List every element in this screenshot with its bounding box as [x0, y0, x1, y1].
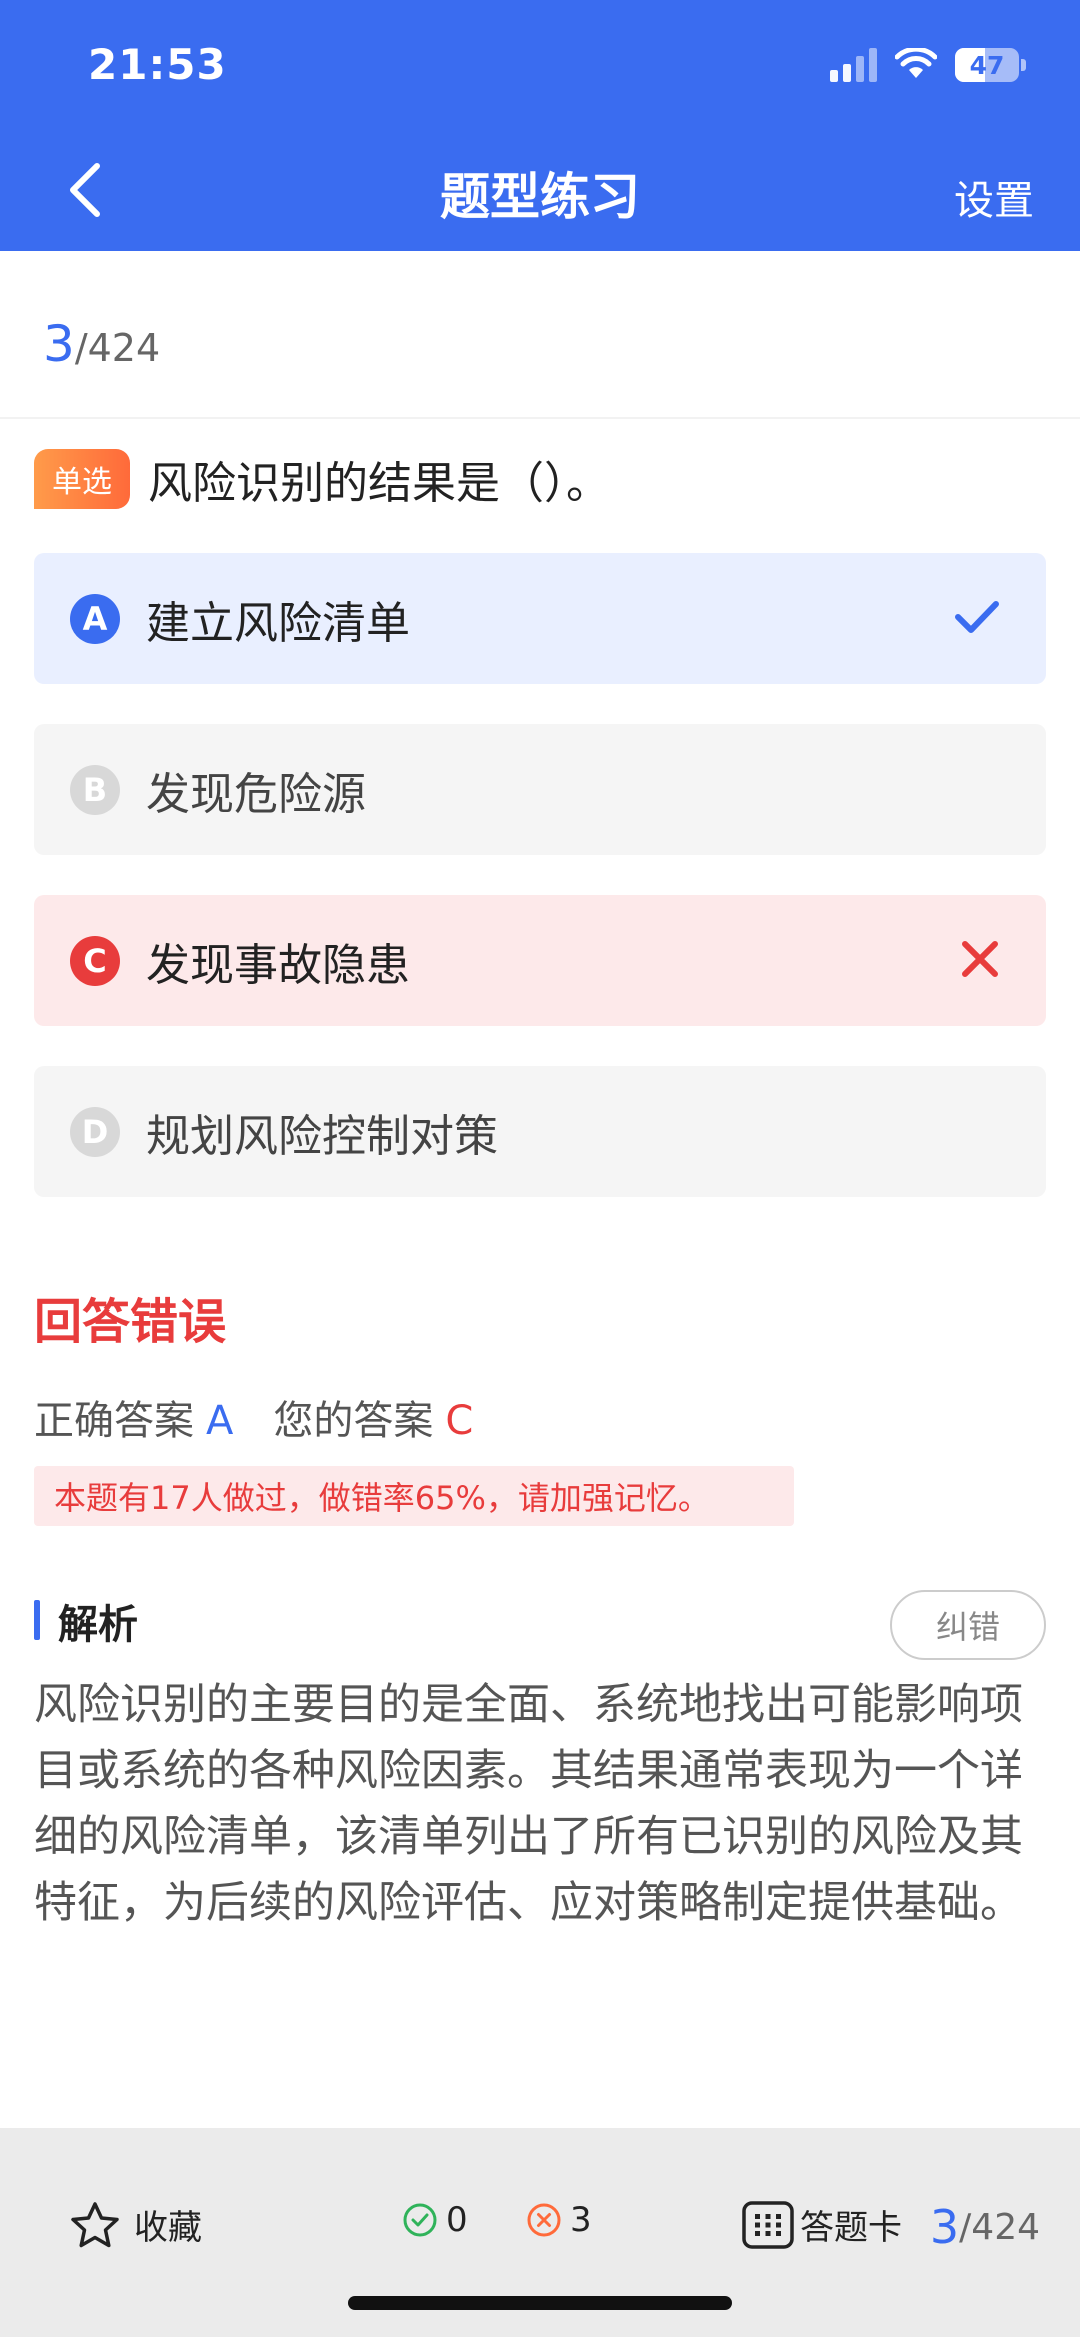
option-letter: A: [70, 593, 120, 644]
result-title: 回答错误: [34, 1294, 227, 1350]
favorite-label: 收藏: [134, 2208, 202, 2248]
right-count: 0: [402, 2200, 468, 2240]
option-letter: C: [70, 935, 120, 986]
option-d[interactable]: D 规划风险控制对策: [34, 1066, 1046, 1197]
option-a[interactable]: A 建立风险清单: [34, 553, 1046, 684]
analysis-header: 解析 纠错: [34, 1590, 1046, 1660]
bottom-progress-current: 3: [929, 2200, 960, 2254]
section-accent-bar: [34, 1600, 40, 1640]
answer-card-label: 答题卡: [800, 2208, 902, 2248]
cellular-signal-icon: [830, 48, 877, 82]
bottom-progress: 3/424: [930, 2200, 1040, 2254]
settings-button[interactable]: 设置: [954, 168, 1034, 226]
option-label: 发现危险源: [146, 768, 366, 820]
favorite-button[interactable]: 收藏: [70, 2200, 202, 2249]
divider: [0, 417, 1080, 419]
option-label: 发现事故隐患: [146, 939, 410, 991]
cross-circle-icon: [527, 2203, 561, 2237]
wrong-count: 3: [526, 2200, 592, 2240]
grid-icon: [742, 2200, 794, 2249]
status-time: 21:53: [88, 40, 227, 89]
your-answer-value: C: [445, 1398, 474, 1444]
status-icons: 47: [830, 48, 1026, 82]
question-text: 风险识别的结果是（）。: [148, 458, 610, 509]
wifi-icon: [895, 48, 937, 82]
analysis-title: 解析: [58, 1602, 138, 1648]
battery-icon: 47: [955, 48, 1026, 82]
answer-card-button[interactable]: 答题卡: [742, 2200, 902, 2249]
answer-summary: 正确答案 A 您的答案 C: [34, 1388, 473, 1446]
right-count-value: 0: [446, 2200, 468, 2240]
cross-icon: [960, 939, 1000, 983]
option-label: 建立风险清单: [146, 597, 410, 649]
bottom-progress-total: /424: [959, 2206, 1040, 2248]
analysis-text: 风险识别的主要目的是全面、系统地找出可能影响项目或系统的各种风险因素。其结果通常…: [34, 1680, 1023, 1928]
option-label: 规划风险控制对策: [146, 1110, 498, 1162]
option-letter: D: [70, 1106, 120, 1157]
check-icon: [954, 599, 1000, 639]
app-header: 21:53 47 题型练习 设置: [0, 0, 1080, 251]
option-b[interactable]: B 发现危险源: [34, 724, 1046, 855]
question-type-badge: 单选: [34, 449, 130, 509]
option-c[interactable]: C 发现事故隐患: [34, 895, 1046, 1026]
your-answer-label: 您的答案: [273, 1398, 434, 1444]
question-progress: 3/424: [43, 315, 160, 373]
check-circle-icon: [403, 2203, 437, 2237]
progress-total: /424: [74, 326, 161, 370]
progress-current: 3: [43, 315, 75, 373]
wrong-count-value: 3: [570, 2200, 592, 2240]
option-letter: B: [70, 764, 120, 815]
correct-answer-value: A: [206, 1398, 234, 1444]
question-header: 单选 风险识别的结果是（）。: [34, 447, 1046, 511]
home-indicator: [348, 2296, 732, 2310]
page-title: 题型练习: [440, 168, 640, 226]
correct-answer-label: 正确答案: [34, 1398, 194, 1444]
report-error-button[interactable]: 纠错: [890, 1590, 1046, 1660]
error-rate-hint: 本题有17人做过，做错率65%，请加强记忆。: [34, 1466, 794, 1526]
battery-level: 47: [969, 50, 1005, 80]
star-icon: [71, 2201, 119, 2247]
